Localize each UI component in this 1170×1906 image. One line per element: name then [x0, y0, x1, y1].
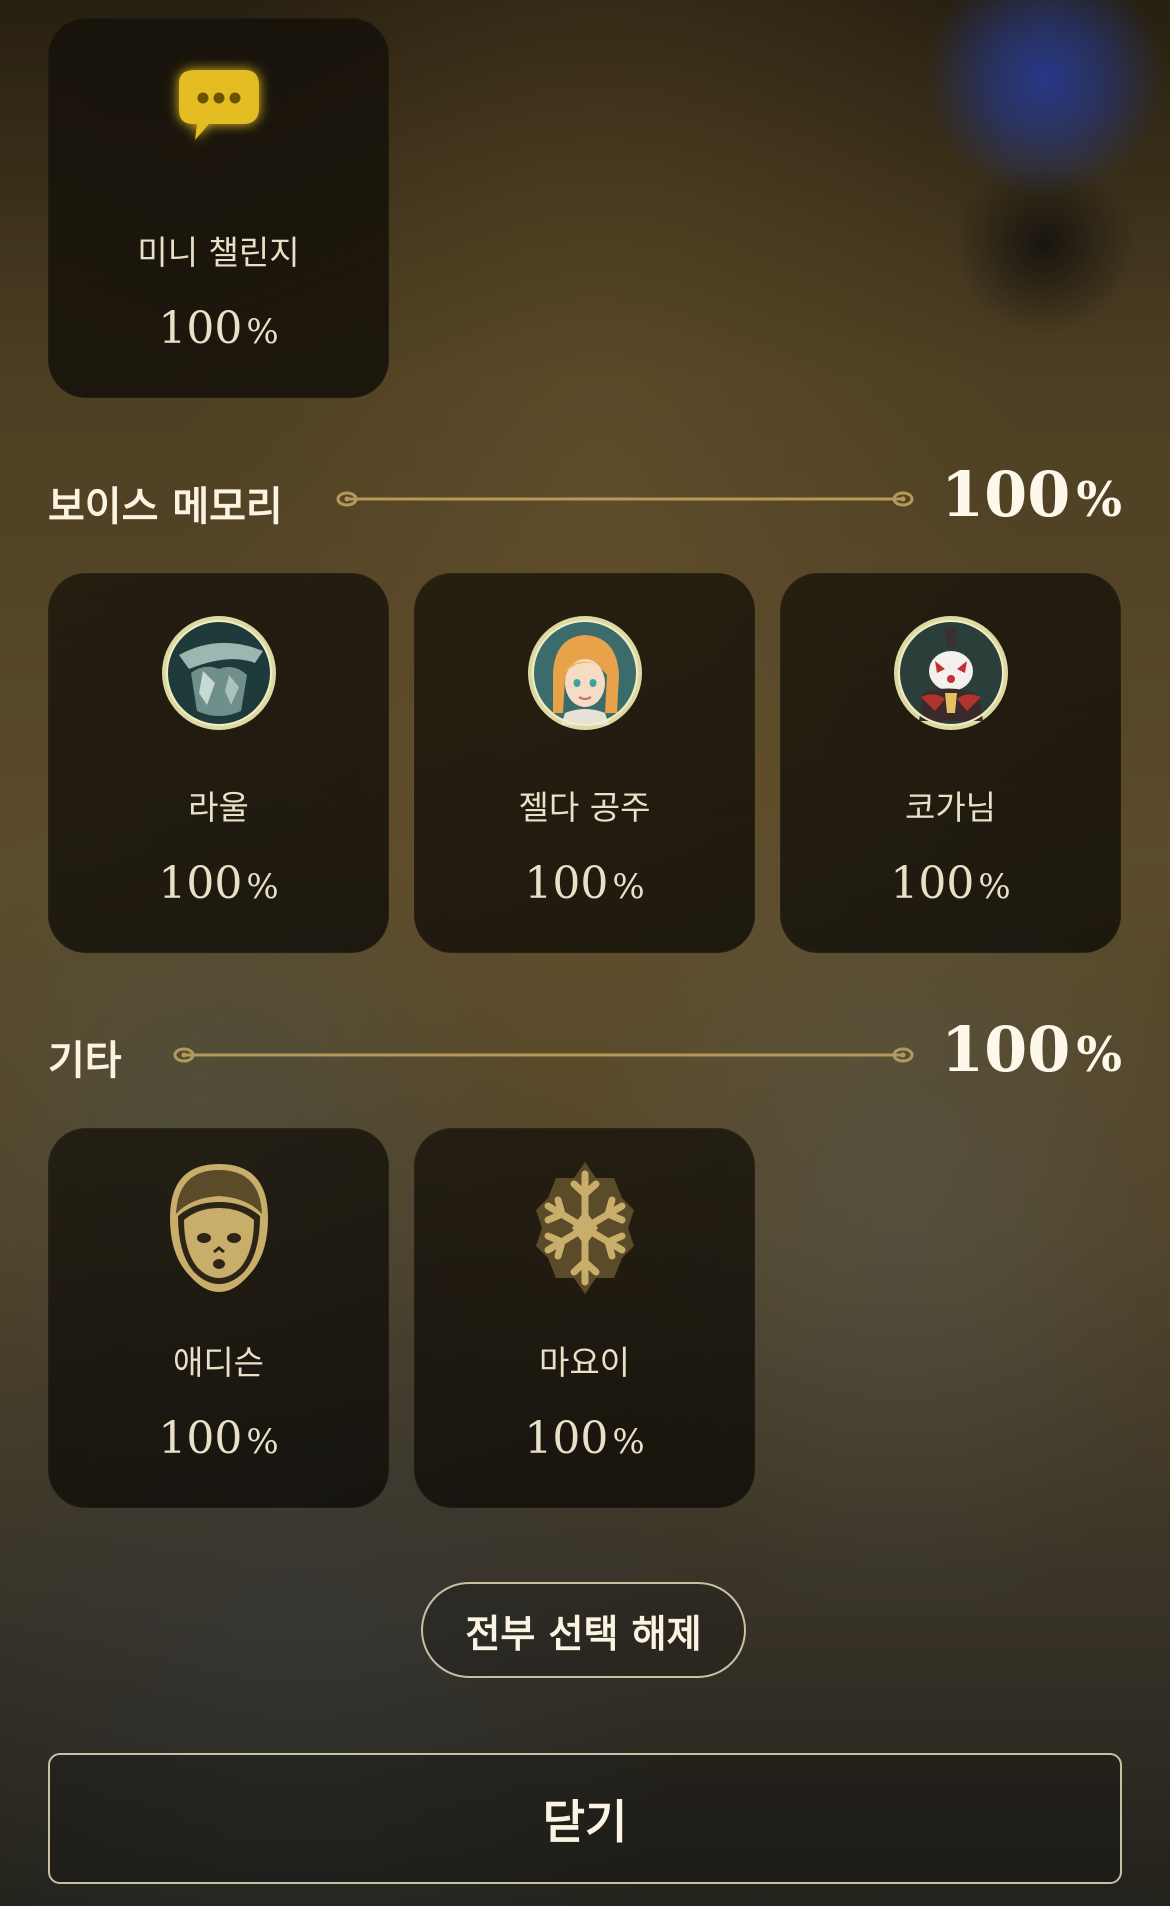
snowflake-icon	[530, 1158, 640, 1298]
card-percent: 100%	[158, 1413, 279, 1464]
section-percent-voice-memory: 100%	[940, 458, 1122, 531]
addison-face-icon	[164, 1158, 274, 1298]
section-divider-line	[336, 491, 914, 507]
rauru-portrait-icon	[159, 613, 279, 733]
section-title-etc: 기타	[48, 1038, 122, 1084]
card-percent: 100%	[524, 858, 645, 909]
card-percent: 100%	[158, 303, 279, 354]
section-divider-line	[173, 1047, 914, 1063]
speech-bubble-icon	[159, 58, 279, 178]
card-percent: 100%	[158, 858, 279, 909]
card-label: 코가님	[904, 788, 997, 827]
card-percent: 100%	[890, 858, 1011, 909]
category-card-mini-challenge[interactable]: 미니 챌린지 100%	[48, 18, 389, 398]
card-label: 애디슨	[172, 1343, 265, 1382]
category-card-addison[interactable]: 애디슨 100%	[48, 1128, 389, 1508]
category-card-rauru[interactable]: 라울 100%	[48, 573, 389, 953]
card-label: 젤다 공주	[518, 788, 651, 827]
card-percent: 100%	[524, 1413, 645, 1464]
category-card-mayoi[interactable]: 마요이 100%	[414, 1128, 755, 1508]
deselect-all-button[interactable]: 전부 선택 해제	[421, 1582, 746, 1678]
card-label: 라울	[188, 788, 249, 827]
close-button[interactable]: 닫기	[48, 1753, 1122, 1884]
category-card-master-kohga[interactable]: 코가님 100%	[780, 573, 1121, 953]
card-label: 미니 챌린지	[137, 233, 300, 272]
section-title-voice-memory: 보이스 메모리	[48, 484, 283, 530]
master-kohga-portrait-icon	[891, 613, 1011, 733]
card-label: 마요이	[538, 1343, 631, 1382]
category-card-princess-zelda[interactable]: 젤다 공주 100%	[414, 573, 755, 953]
section-percent-etc: 100%	[940, 1013, 1122, 1086]
zelda-portrait-icon	[525, 613, 645, 733]
